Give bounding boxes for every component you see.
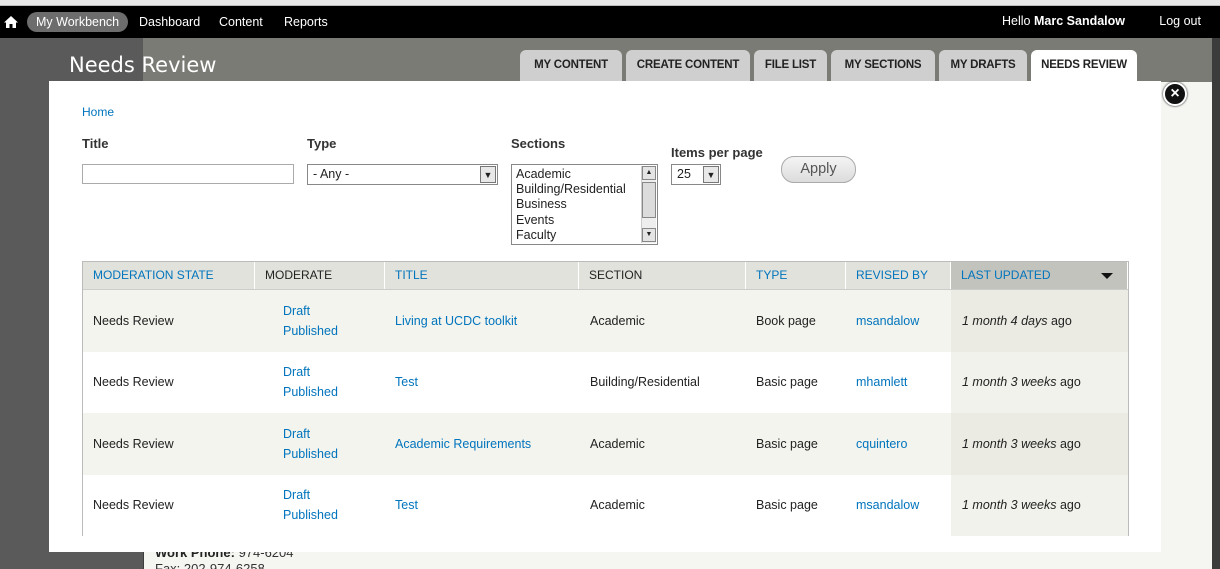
toolbar-reports[interactable]: Reports — [284, 14, 328, 30]
row-moderate: Draft Published — [283, 475, 338, 537]
table-header: Moderation State Moderate Title Section … — [83, 262, 1128, 290]
items-per-page-select[interactable]: 25 ▼ — [671, 164, 721, 185]
header-moderation-state[interactable]: Moderation State — [83, 262, 255, 289]
admin-toolbar: My Workbench Dashboard Content Reports H… — [0, 6, 1220, 38]
header-type[interactable]: Type — [746, 262, 846, 289]
header-moderate: Moderate — [255, 262, 385, 289]
review-table: Moderation State Moderate Title Section … — [82, 261, 1129, 536]
tab-my-sections[interactable]: My Sections — [831, 50, 935, 81]
section-option[interactable]: Events — [516, 213, 657, 228]
section-option[interactable]: Faculty — [516, 228, 657, 243]
moderate-draft-link[interactable]: Draft — [283, 485, 310, 505]
moderate-draft-link[interactable]: Draft — [283, 362, 310, 382]
items-per-page-label: Items per page — [671, 145, 763, 160]
row-state: Needs Review — [93, 436, 174, 451]
section-option[interactable]: Business — [516, 197, 657, 212]
scrollbar-thumb[interactable] — [642, 182, 656, 218]
table-row: Needs Review Draft Published Living at U… — [83, 290, 1128, 352]
breadcrumb[interactable]: Home — [82, 105, 114, 119]
row-last-updated: 1 month 3 weeks ago — [951, 413, 1128, 475]
sections-listbox[interactable]: Academic Building/Residential Business E… — [511, 164, 658, 245]
section-option[interactable]: Building/Residential — [516, 182, 657, 197]
dropdown-arrow-icon[interactable]: ▼ — [703, 166, 719, 183]
row-last-updated: 1 month 4 days ago — [951, 290, 1128, 352]
header-last-updated[interactable]: Last Updated — [951, 262, 1128, 289]
scroll-up-icon[interactable]: ▲ — [642, 166, 656, 180]
row-section: Academic — [590, 313, 645, 328]
row-type: Basic page — [756, 375, 818, 390]
row-revised-by-link[interactable]: cquintero — [856, 413, 907, 475]
toolbar-dashboard[interactable]: Dashboard — [139, 14, 200, 30]
row-last-updated: 1 month 3 weeks ago — [951, 474, 1128, 536]
type-filter-select[interactable]: - Any - ▼ — [307, 164, 498, 185]
header-revised-by[interactable]: Revised By — [846, 262, 951, 289]
tab-create-content[interactable]: Create Content — [626, 50, 750, 81]
dropdown-arrow-icon[interactable]: ▼ — [480, 166, 496, 183]
header-section: Section — [579, 262, 746, 289]
row-title-link[interactable]: Academic Requirements — [395, 413, 531, 475]
user-greeting: Hello Marc Sandalow — [1002, 14, 1125, 28]
row-moderate: Draft Published — [283, 413, 338, 475]
home-icon[interactable] — [3, 14, 19, 30]
moderate-draft-link[interactable]: Draft — [283, 424, 310, 444]
row-section: Building/Residential — [590, 375, 700, 390]
row-type: Book page — [756, 313, 816, 328]
tab-file-list[interactable]: File List — [754, 50, 827, 81]
row-title-link[interactable]: Living at UCDC toolkit — [395, 290, 517, 352]
title-filter-input[interactable] — [82, 164, 294, 184]
row-section: Academic — [590, 436, 645, 451]
logout-link[interactable]: Log out — [1159, 14, 1201, 28]
table-row: Needs Review Draft Published Test Academ… — [83, 474, 1128, 537]
header-title[interactable]: Title — [385, 262, 579, 289]
row-title-link[interactable]: Test — [395, 352, 418, 414]
moderate-published-link[interactable]: Published — [283, 444, 338, 464]
row-state: Needs Review — [93, 313, 174, 328]
tab-needs-review[interactable]: Needs Review — [1031, 50, 1137, 81]
moderate-published-link[interactable]: Published — [283, 321, 338, 341]
row-moderate: Draft Published — [283, 290, 338, 352]
close-icon[interactable]: × — [1163, 82, 1187, 106]
type-filter-label: Type — [307, 136, 337, 151]
overlay-title: Needs Review — [69, 53, 217, 77]
section-option[interactable]: Academic — [516, 167, 657, 182]
moderate-published-link[interactable]: Published — [283, 505, 338, 525]
header-last-updated-label: Last Updated — [961, 268, 1051, 282]
table-row: Needs Review Draft Published Academic Re… — [83, 413, 1128, 475]
row-revised-by-link[interactable]: msandalow — [856, 290, 919, 352]
row-type: Basic page — [756, 498, 818, 513]
type-filter-value: - Any - — [313, 167, 350, 181]
items-per-page-value: 25 — [677, 167, 691, 181]
username[interactable]: Marc Sandalow — [1034, 14, 1125, 28]
scroll-down-icon[interactable]: ▼ — [642, 228, 656, 242]
row-section: Academic — [590, 498, 645, 513]
title-filter-label: Title — [82, 136, 109, 151]
row-revised-by-link[interactable]: msandalow — [856, 475, 919, 537]
tab-my-content[interactable]: My Content — [520, 50, 622, 81]
table-row: Needs Review Draft Published Test Buildi… — [83, 351, 1128, 414]
row-title-link[interactable]: Test — [395, 475, 418, 537]
sort-descending-icon[interactable] — [1101, 273, 1113, 279]
moderate-published-link[interactable]: Published — [283, 382, 338, 402]
background-edge — [1212, 38, 1220, 569]
row-state: Needs Review — [93, 498, 174, 513]
row-last-updated: 1 month 3 weeks ago — [951, 351, 1128, 413]
row-revised-by-link[interactable]: mhamlett — [856, 352, 907, 414]
moderate-draft-link[interactable]: Draft — [283, 301, 310, 321]
row-state: Needs Review — [93, 375, 174, 390]
tab-my-drafts[interactable]: My Drafts — [939, 50, 1027, 81]
toolbar-content[interactable]: Content — [219, 14, 263, 30]
apply-button[interactable]: Apply — [781, 156, 856, 183]
sections-filter-label: Sections — [511, 136, 566, 151]
toolbar-my-workbench[interactable]: My Workbench — [27, 12, 129, 32]
row-type: Basic page — [756, 436, 818, 451]
sections-scrollbar[interactable]: ▲ ▼ — [641, 166, 656, 243]
row-moderate: Draft Published — [283, 352, 338, 414]
